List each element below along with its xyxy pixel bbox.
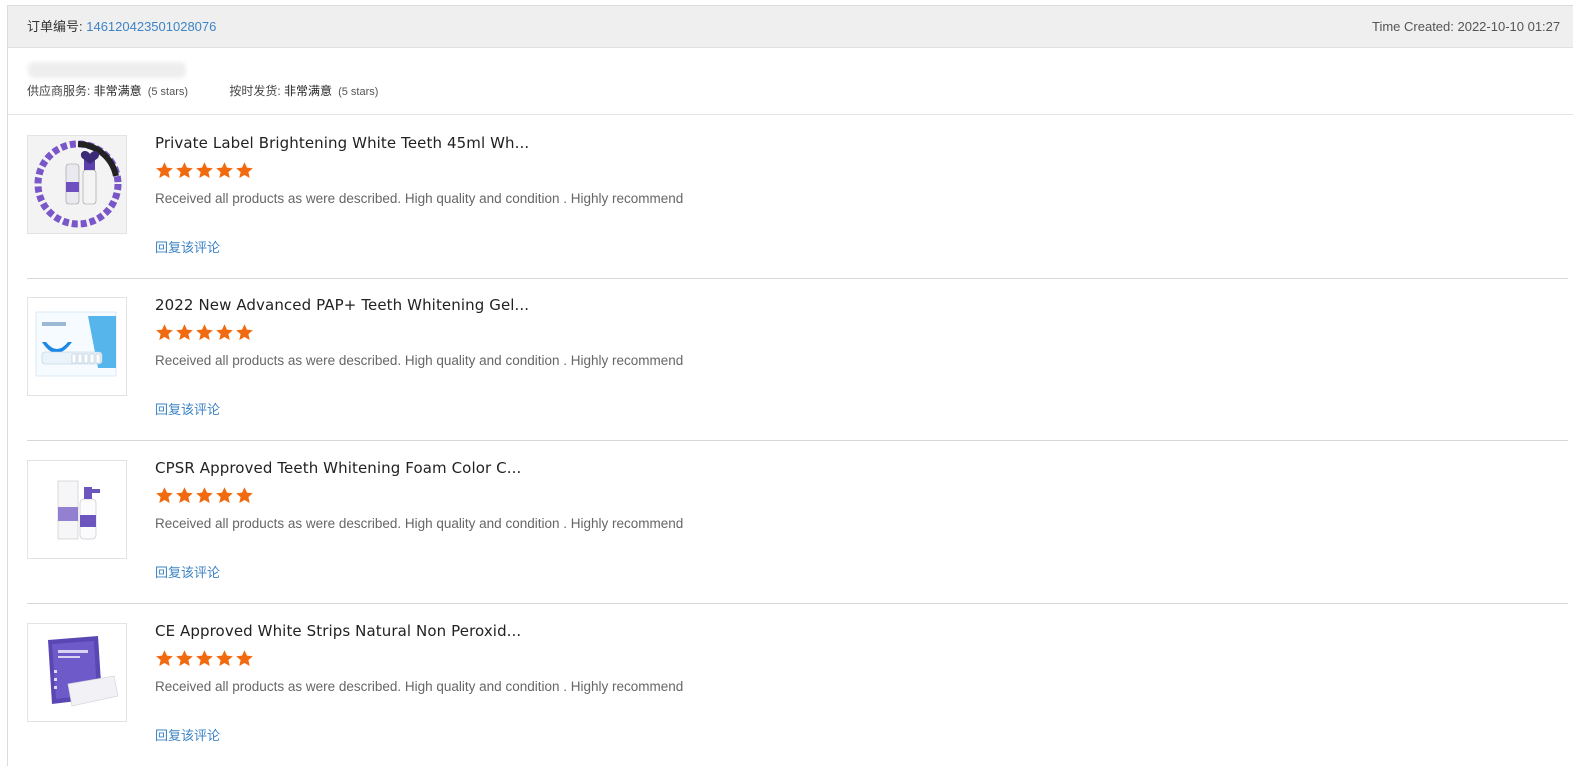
- reply-review-link[interactable]: 回复该评论: [155, 237, 220, 256]
- reply-review-link[interactable]: 回复该评论: [155, 399, 220, 418]
- rating-stars-note: (5 stars): [147, 86, 189, 98]
- star-icon: [155, 486, 174, 505]
- star-icon: [155, 161, 174, 180]
- review-text: Received all products as were described.…: [155, 353, 684, 368]
- review-text: Received all products as were described.…: [155, 516, 684, 531]
- product-thumbnail[interactable]: [27, 297, 127, 396]
- product-title-link[interactable]: CE Approved White Strips Natural Non Per…: [155, 622, 521, 640]
- on-time-delivery-rating: 按时发货: 非常满意 (5 stars): [229, 82, 378, 99]
- star-icon: [175, 161, 194, 180]
- star-icon: [155, 649, 174, 668]
- star-icon: [175, 323, 194, 342]
- star-icon: [215, 323, 234, 342]
- rating-value: 非常满意: [93, 84, 142, 98]
- product-thumbnail[interactable]: [27, 460, 127, 559]
- product-title-link[interactable]: 2022 New Advanced PAP+ Teeth Whitening G…: [155, 296, 529, 314]
- review-text: Received all products as were described.…: [155, 679, 684, 694]
- star-icon: [235, 649, 254, 668]
- star-icon: [195, 486, 214, 505]
- order-number-link[interactable]: 146120423501028076: [86, 19, 216, 34]
- star-icon: [215, 486, 234, 505]
- order-label: 订单编号: 146120423501028076: [27, 6, 216, 47]
- rating-stars-note: (5 stars): [338, 86, 379, 98]
- product-image-icon: [28, 461, 126, 558]
- product-thumbnail[interactable]: [27, 623, 127, 722]
- star-icon: [235, 486, 254, 505]
- supplier-service-rating: 供应商服务: 非常满意 (5 stars): [27, 82, 188, 99]
- rating-value: 非常满意: [284, 84, 333, 98]
- review-item: CE Approved White Strips Natural Non Per…: [27, 603, 1568, 766]
- star-rating: [155, 649, 255, 669]
- order-header: 订单编号: 146120423501028076 Time Created: 2…: [8, 6, 1573, 48]
- review-item: 2022 New Advanced PAP+ Teeth Whitening G…: [27, 277, 1568, 441]
- order-number-label: 订单编号:: [27, 19, 87, 34]
- star-icon: [235, 161, 254, 180]
- blurred-buyer-name: [28, 62, 186, 78]
- star-rating: [155, 486, 255, 506]
- product-image-icon: [28, 624, 126, 721]
- product-image-icon: [28, 136, 126, 233]
- star-icon: [215, 161, 234, 180]
- star-icon: [195, 649, 214, 668]
- star-rating: [155, 161, 255, 181]
- supplier-ratings: 供应商服务: 非常满意 (5 stars) 按时发货: 非常满意 (5 stars): [27, 82, 378, 99]
- star-icon: [175, 649, 194, 668]
- review-item: Private Label Brightening White Teeth 45…: [27, 115, 1568, 279]
- reply-review-link[interactable]: 回复该评论: [155, 562, 220, 581]
- star-icon: [195, 323, 214, 342]
- rating-label: 按时发货:: [229, 84, 285, 98]
- product-title-link[interactable]: CPSR Approved Teeth Whitening Foam Color…: [155, 459, 521, 477]
- star-icon: [155, 323, 174, 342]
- star-icon: [215, 649, 234, 668]
- product-thumbnail[interactable]: [27, 135, 127, 234]
- star-rating: [155, 323, 255, 343]
- review-item: CPSR Approved Teeth Whitening Foam Color…: [27, 440, 1568, 604]
- reply-review-link[interactable]: 回复该评论: [155, 725, 220, 744]
- rating-label: 供应商服务:: [27, 84, 94, 98]
- product-image-icon: [28, 298, 126, 395]
- review-text: Received all products as were described.…: [155, 191, 684, 206]
- time-created: Time Created: 2022-10-10 01:27: [1372, 19, 1561, 34]
- order-review-panel: 订单编号: 146120423501028076 Time Created: 2…: [7, 5, 1573, 766]
- star-icon: [175, 486, 194, 505]
- star-icon: [195, 161, 214, 180]
- product-title-link[interactable]: Private Label Brightening White Teeth 45…: [155, 134, 529, 152]
- star-icon: [235, 323, 254, 342]
